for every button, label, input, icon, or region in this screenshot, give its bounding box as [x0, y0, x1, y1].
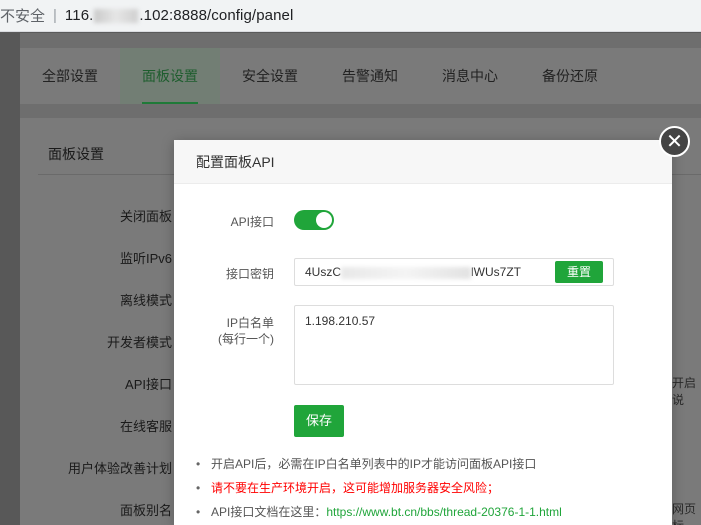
api-key-end: lWUs7ZT — [471, 265, 522, 279]
address-separator: | — [53, 7, 57, 24]
api-config-dialog: 配置面板API API接口 接口密钥 4UszC lWUs7ZT 重置 IP白名单… — [174, 140, 672, 525]
api-docs-link[interactable]: https://www.bt.cn/bbs/thread-20376-1-1.h… — [326, 505, 561, 519]
api-hint-fragment: 开启说 — [672, 376, 697, 407]
save-button[interactable]: 保存 — [294, 405, 344, 437]
notes-list: 开启API后，必需在IP白名单列表中的IP才能访问面板API接口 请不要在生产环… — [196, 452, 666, 524]
close-icon[interactable]: ✕ — [659, 126, 690, 157]
address-bar[interactable]: 不安全 | 116. .102:8888/config/panel — [0, 0, 701, 32]
toggle-knob — [316, 212, 332, 228]
row-label-dev-mode: 开发者模式 — [106, 335, 172, 350]
api-key-label: 接口密钥 — [225, 267, 274, 281]
row-label-online-service: 在线客服 — [119, 419, 172, 434]
dialog-title: 配置面板API — [174, 140, 672, 184]
warning-note: 请不要在生产环境开启，这可能增加服务器安全风险； — [196, 476, 666, 500]
ip-whitelist-label: IP白名单 (每行一个) — [174, 315, 274, 347]
api-toggle-label: API接口 — [230, 215, 274, 229]
tab-panel-settings[interactable]: 面板设置 — [120, 48, 220, 104]
tab-alert-notify[interactable]: 告警通知 — [320, 48, 420, 104]
reset-key-button[interactable]: 重置 — [555, 261, 603, 283]
tab-security-settings[interactable]: 安全设置 — [220, 48, 320, 104]
row-label-offline-mode: 离线模式 — [119, 293, 172, 308]
api-key-masked — [341, 266, 472, 279]
url-text[interactable]: 116. .102:8888/config/panel — [65, 7, 293, 24]
docs-note-text: API接口文档在这里： — [211, 505, 327, 519]
api-toggle-switch[interactable] — [294, 210, 334, 230]
security-indicator[interactable]: 不安全 — [0, 5, 45, 26]
left-sidebar-strip — [0, 33, 20, 525]
row-label-api: API接口 — [125, 377, 172, 392]
row-label-ipv6: 监听IPv6 — [119, 251, 172, 266]
row-label-ux-plan: 用户体验改善计划 — [67, 461, 172, 476]
row-label-panel-alias: 面板别名 — [119, 503, 172, 518]
tab-backup-restore[interactable]: 备份还原 — [520, 48, 620, 104]
ip-whitelist-label-line1: IP白名单 — [226, 316, 274, 330]
note-item: 开启API后，必需在IP白名单列表中的IP才能访问面板API接口 — [196, 452, 666, 476]
tab-message-center[interactable]: 消息中心 — [420, 48, 520, 104]
tab-all-settings[interactable]: 全部设置 — [20, 48, 120, 104]
api-key-start: 4UszC — [305, 265, 342, 279]
section-title: 面板设置 — [48, 146, 104, 162]
alias-hint-fragment: 网页标 — [672, 502, 697, 525]
url-prefix: 116. — [64, 7, 94, 24]
url-suffix: .102:8888/config/panel — [139, 7, 294, 24]
ip-whitelist-label-line2: (每行一个) — [218, 332, 274, 346]
settings-tabs: 全部设置 面板设置 安全设置 告警通知 消息中心 备份还原 — [20, 48, 701, 104]
ip-whitelist-textarea[interactable]: 1.198.210.57 — [294, 305, 614, 385]
row-label-close-panel: 关闭面板 — [119, 209, 172, 224]
note-item-docs: API接口文档在这里：https://www.bt.cn/bbs/thread-… — [196, 500, 666, 524]
redacted-ip — [94, 9, 139, 24]
